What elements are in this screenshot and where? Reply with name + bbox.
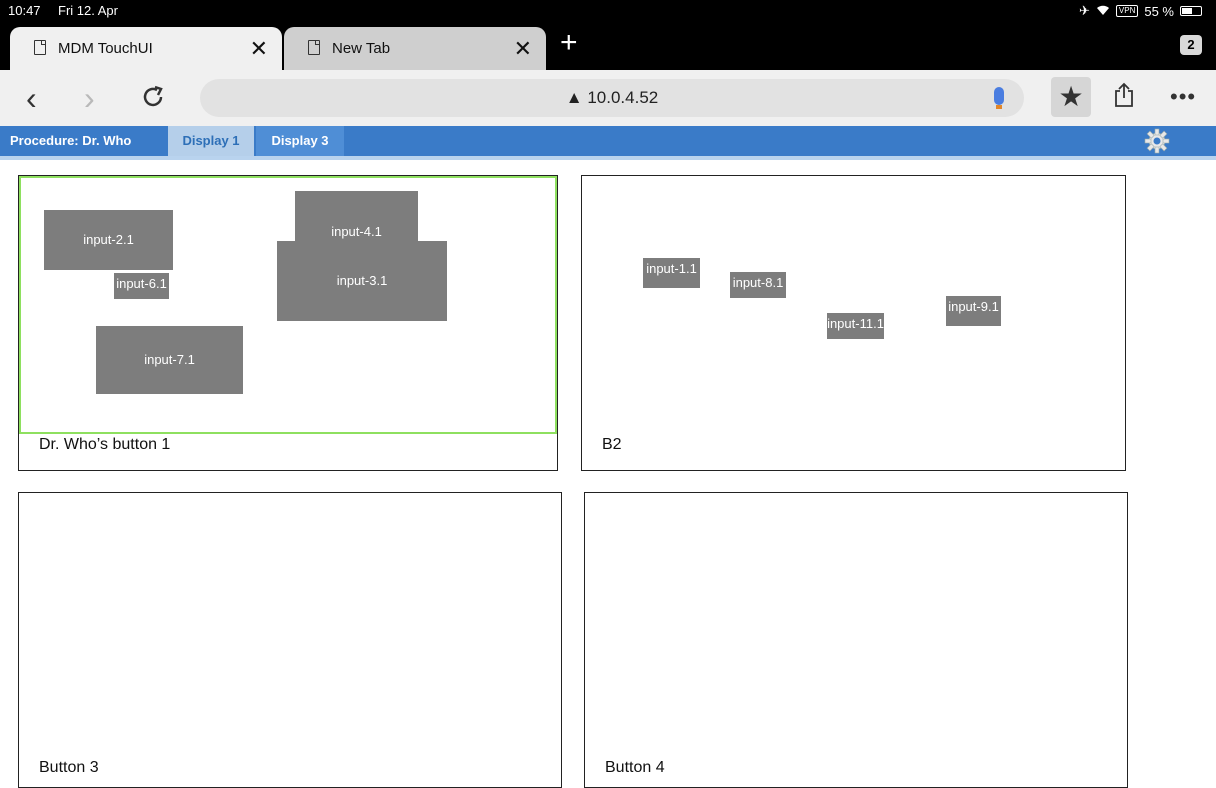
panel-label: B2 xyxy=(602,436,622,453)
panel-label: Button 3 xyxy=(39,759,99,776)
app-nav-bar: Procedure: Dr. Who Display 1 Display 3 xyxy=(0,126,1216,160)
panel-label: Dr. Who’s button 1 xyxy=(39,436,171,453)
input-box[interactable]: input-11.1 xyxy=(827,313,884,339)
status-bar: 10:47 Fri 12. Apr ✈ VPN 55 % xyxy=(0,0,1216,22)
close-tab-icon[interactable]: ✕ xyxy=(250,36,268,62)
close-tab-icon[interactable]: ✕ xyxy=(514,36,532,62)
input-box[interactable]: input-4.1 xyxy=(295,191,418,243)
back-icon[interactable]: ‹ xyxy=(26,80,37,117)
tab-mdm-touchui[interactable]: MDM TouchUI ✕ xyxy=(10,27,282,70)
microphone-icon[interactable] xyxy=(994,87,1004,109)
button-panel-2[interactable]: input-1.1 input-8.1 input-11.1 input-9.1… xyxy=(581,175,1126,471)
wifi-icon xyxy=(1096,4,1110,19)
battery-icon xyxy=(1180,6,1202,16)
status-right: ✈ VPN 55 % xyxy=(1079,3,1202,19)
document-icon xyxy=(308,40,320,55)
input-box[interactable]: input-8.1 xyxy=(730,272,786,298)
tab-display-1[interactable]: Display 1 xyxy=(168,126,254,156)
url-display: ▲ 10.0.4.52 xyxy=(200,88,1024,108)
warning-triangle-icon: ▲ xyxy=(565,88,583,107)
input-box[interactable]: input-1.1 xyxy=(643,258,700,288)
bookmark-star-icon[interactable]: ★ xyxy=(1051,77,1091,117)
forward-icon[interactable]: › xyxy=(84,80,95,117)
tab-count-button[interactable]: 2 xyxy=(1180,35,1202,55)
browser-toolbar: ‹ › ▲ 10.0.4.52 ★ ••• xyxy=(0,70,1216,126)
input-box[interactable]: input-7.1 xyxy=(96,326,243,394)
tab-title: MDM TouchUI xyxy=(58,40,153,57)
tab-strip: MDM TouchUI ✕ New Tab ✕ + 2 xyxy=(0,22,1216,70)
input-box[interactable]: input-3.1 xyxy=(277,241,447,321)
battery-percent: 55 % xyxy=(1144,3,1174,19)
document-icon xyxy=(34,40,46,55)
panel-label: Button 4 xyxy=(605,759,665,776)
url-text: 10.0.4.52 xyxy=(587,88,659,107)
tab-new-tab[interactable]: New Tab ✕ xyxy=(284,27,546,70)
gear-icon[interactable] xyxy=(1142,126,1172,156)
new-tab-button[interactable]: + xyxy=(560,26,578,60)
input-box[interactable]: input-6.1 xyxy=(114,273,169,299)
button-panel-3[interactable]: Button 3 xyxy=(18,492,562,788)
tab-title: New Tab xyxy=(332,40,391,57)
input-canvas-selected[interactable]: input-2.1 input-6.1 input-4.1 input-3.1 … xyxy=(19,176,557,434)
input-box[interactable]: input-2.1 xyxy=(44,210,173,270)
more-menu-icon[interactable]: ••• xyxy=(1170,84,1196,110)
address-bar[interactable]: ▲ 10.0.4.52 xyxy=(200,79,1024,117)
vpn-badge: VPN xyxy=(1115,5,1139,17)
airplane-icon: ✈ xyxy=(1079,3,1090,18)
status-time: 10:47 xyxy=(8,3,41,18)
tab-display-3[interactable]: Display 3 xyxy=(256,126,344,156)
button-panel-4[interactable]: Button 4 xyxy=(584,492,1128,788)
button-panel-1[interactable]: input-2.1 input-6.1 input-4.1 input-3.1 … xyxy=(18,175,558,471)
input-box[interactable]: input-9.1 xyxy=(946,296,1001,326)
status-date: Fri 12. Apr xyxy=(58,3,118,18)
reload-icon[interactable] xyxy=(140,78,166,118)
procedure-title[interactable]: Procedure: Dr. Who xyxy=(0,126,141,156)
share-icon[interactable] xyxy=(1114,82,1134,115)
